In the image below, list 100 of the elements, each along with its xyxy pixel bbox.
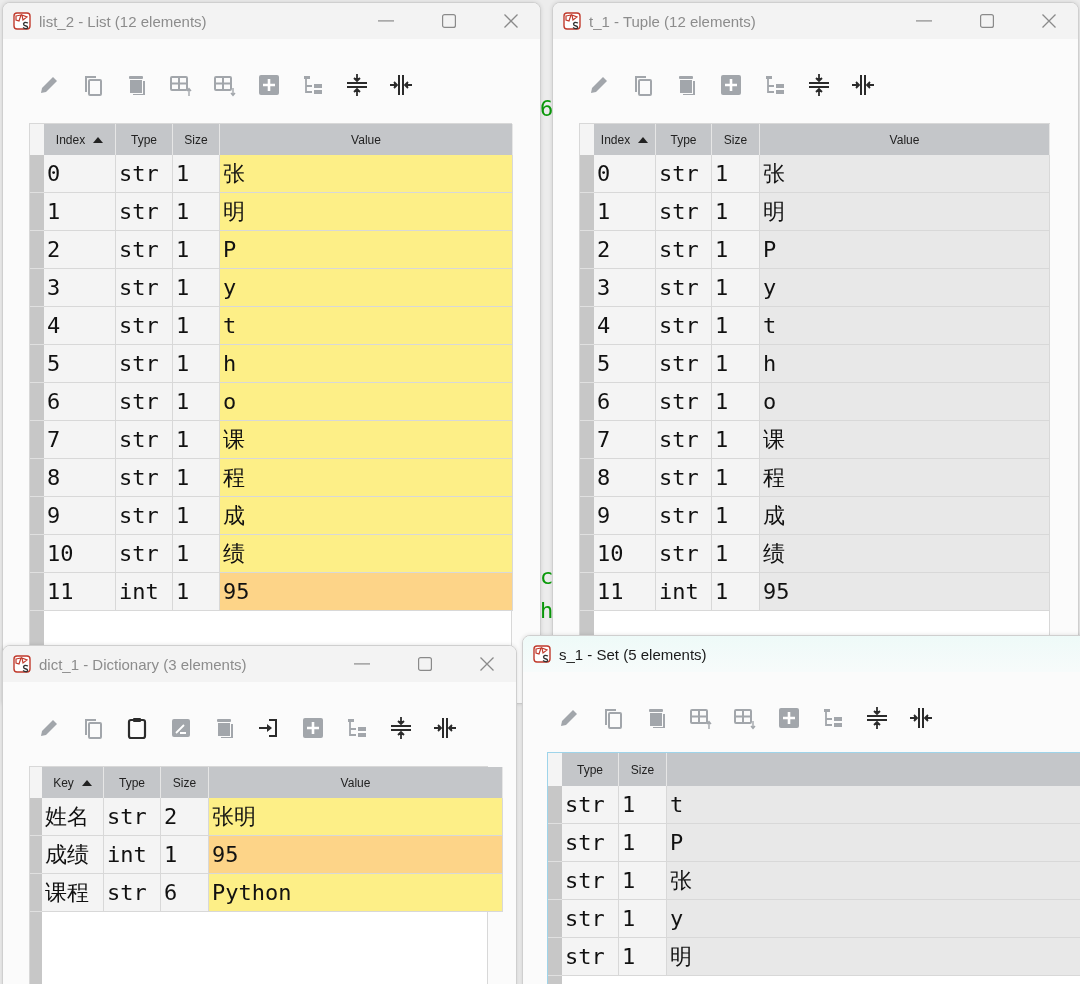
table-cell: str [116,345,173,383]
collapse-rows-icon[interactable] [807,73,831,97]
row-header[interactable] [30,798,42,836]
close-icon[interactable] [504,14,518,28]
table-cell: 1 [173,155,220,193]
row-header[interactable] [580,497,594,535]
row-header[interactable] [548,786,562,824]
row-header[interactable] [548,938,562,976]
column-header[interactable]: Type [116,124,173,155]
table-cell: 5 [44,345,116,383]
collapse-columns-icon[interactable] [909,706,933,730]
row-header[interactable] [30,155,44,193]
table-cell: 1 [712,231,760,269]
table-cell: 1 [619,824,667,862]
row-header[interactable] [30,307,44,345]
minimize-icon[interactable] [916,20,932,22]
table-cell: 1 [173,383,220,421]
table-cell: P [760,231,1050,269]
column-header[interactable]: Value [220,124,513,155]
maximize-icon[interactable] [980,14,994,28]
table-cell: 1 [619,786,667,824]
column-header[interactable]: Size [712,124,760,155]
row-header[interactable] [580,193,594,231]
column-header[interactable]: Key [42,767,104,798]
table-cell: str [656,421,712,459]
row-header[interactable] [30,535,44,573]
maximize-icon[interactable] [418,657,432,671]
table-cell: 11 [44,573,116,611]
collapse-columns-icon[interactable] [389,73,413,97]
table-cell: 明 [667,938,1080,976]
maximize-icon[interactable] [442,14,456,28]
row-header[interactable] [30,497,44,535]
column-header[interactable]: Size [619,753,667,786]
row-header[interactable] [580,421,594,459]
row-header[interactable] [30,874,42,912]
column-header[interactable]: Size [173,124,220,155]
table-cell: 课 [220,421,513,459]
code-fragment: h [540,600,554,622]
row-header[interactable] [580,383,594,421]
row-header[interactable] [30,836,42,874]
table-cell: 张明 [209,798,503,836]
collapse-columns-icon[interactable] [433,716,457,740]
row-header[interactable] [30,231,44,269]
minimize-icon[interactable] [378,20,394,22]
table-cell: 9 [44,497,116,535]
window-title: t_1 - Tuple (12 elements) [589,12,756,30]
collapse-rows-icon[interactable] [865,706,889,730]
table-cell: y [760,269,1050,307]
sort-ascending-icon [81,779,92,786]
close-icon[interactable] [480,657,494,671]
row-header[interactable] [30,459,44,497]
column-header[interactable]: Index [44,124,116,155]
table-cell: 10 [44,535,116,573]
table-cell: int [116,573,173,611]
row-header[interactable] [580,231,594,269]
row-header[interactable] [30,383,44,421]
table-cell: str [562,938,619,976]
table-cell: str [104,874,161,912]
clipboard-icon[interactable] [125,716,149,740]
collapse-rows-icon[interactable] [345,73,369,97]
row-header[interactable] [580,573,594,611]
table-cell: 6 [44,383,116,421]
row-header[interactable] [580,155,594,193]
table-cell: 2 [44,231,116,269]
table-cell: 绩 [220,535,513,573]
column-header[interactable]: Size [161,767,209,798]
row-header[interactable] [30,573,44,611]
column-header[interactable]: Index [594,124,656,155]
column-header[interactable]: Value [209,767,503,798]
column-header[interactable]: Type [656,124,712,155]
row-header[interactable] [580,459,594,497]
table-cell: 95 [220,573,513,611]
table-cell: 1 [712,535,760,573]
row-header[interactable] [548,862,562,900]
table-cell: 1 [619,938,667,976]
table-cell: 1 [712,573,760,611]
column-header[interactable]: Value [760,124,1050,155]
row-header[interactable] [580,307,594,345]
table-cell: 1 [173,421,220,459]
close-icon[interactable] [1042,14,1056,28]
collapse-columns-icon[interactable] [851,73,875,97]
column-header[interactable]: Type [562,753,619,786]
minimize-icon[interactable] [354,663,370,665]
table-cell: 1 [594,193,656,231]
row-header[interactable] [30,269,44,307]
row-header[interactable] [548,824,562,862]
collapse-rows-icon[interactable] [389,716,413,740]
table-cell: 1 [161,836,209,874]
row-header[interactable] [580,345,594,383]
row-header[interactable] [30,421,44,459]
row-header[interactable] [30,193,44,231]
row-header[interactable] [548,900,562,938]
table-cell: h [220,345,513,383]
row-header[interactable] [30,345,44,383]
table-cell: 4 [44,307,116,345]
table-cell: str [656,345,712,383]
row-header[interactable] [580,269,594,307]
row-header[interactable] [580,535,594,573]
column-header[interactable]: Type [104,767,161,798]
table-cell: 8 [44,459,116,497]
